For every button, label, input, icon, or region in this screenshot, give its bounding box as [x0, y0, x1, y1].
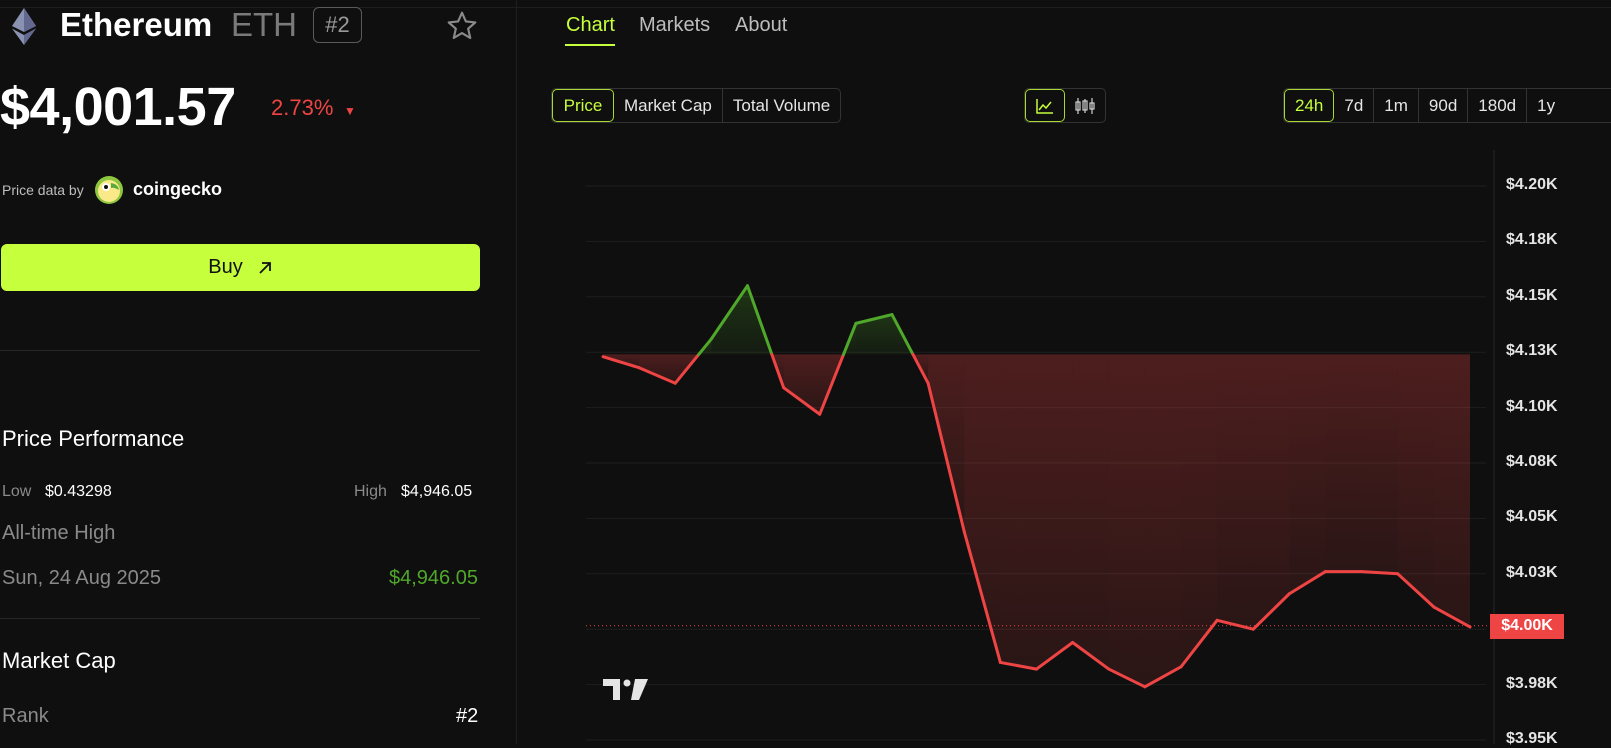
area-fill-below-baseline: [1289, 354, 1326, 594]
metric-total-volume-option[interactable]: Total Volume: [723, 89, 840, 122]
section-divider: [0, 618, 480, 619]
area-fill-below-baseline: [964, 354, 1001, 663]
area-fill-below-baseline: [1108, 354, 1145, 687]
ethereum-logo-icon: [12, 8, 36, 45]
buy-label: Buy: [208, 256, 243, 278]
market-cap-title: Market Cap: [2, 648, 116, 673]
range-1y-option[interactable]: 1y: [1527, 89, 1565, 122]
range-180d-option[interactable]: 180d: [1468, 89, 1528, 122]
price-change-percent: 2.73%: [271, 95, 334, 120]
range-7d-option[interactable]: 7d: [1334, 89, 1375, 122]
low-value: $0.43298: [45, 483, 112, 500]
y-tick-label: $4.08K: [1506, 453, 1558, 470]
area-fill-above-baseline: [855, 314, 892, 355]
coin-symbol: ETH: [231, 6, 297, 43]
low-label: Low: [2, 483, 32, 500]
rank-label: Rank: [2, 705, 49, 727]
metric-market-cap-option[interactable]: Market Cap: [614, 89, 723, 122]
price-performance-title: Price Performance: [2, 426, 185, 451]
area-fill-below-baseline: [1433, 354, 1470, 627]
rank-badge: #2: [313, 7, 362, 43]
range-90d-option[interactable]: 90d: [1419, 89, 1469, 122]
area-fill-below-baseline: [1325, 354, 1362, 572]
coin-summary-panel: Ethereum ETH #2 $4,001.57 2.73% ▼ Price …: [0, 0, 517, 744]
arrow-up-right-icon: [259, 261, 271, 274]
time-range-toggle: 24h 7d 1m 90d 180d 1y: [1283, 88, 1611, 123]
all-time-high-date: Sun, 24 Aug 2025: [2, 567, 162, 589]
section-divider: [0, 350, 480, 351]
area-fill-below-baseline: [1361, 354, 1398, 574]
star-icon[interactable]: [446, 10, 478, 42]
tab-about[interactable]: About: [735, 14, 787, 37]
active-tab-indicator: [565, 44, 615, 46]
area-fill-below-baseline: [1072, 354, 1109, 670]
y-tick-label: $4.20K: [1506, 176, 1558, 193]
price-chart[interactable]: [586, 150, 1611, 744]
tradingview-logo-icon[interactable]: [603, 677, 648, 702]
y-tick-label: $4.18K: [1506, 231, 1558, 249]
all-time-high-value: $4,946.05: [389, 567, 478, 589]
y-tick-label: $3.98K: [1506, 674, 1558, 692]
coingecko-link[interactable]: coingecko: [133, 179, 222, 200]
tab-chart[interactable]: Chart: [566, 14, 615, 37]
current-price: $4,001.57: [0, 77, 236, 137]
candlestick-icon: [1075, 97, 1095, 114]
area-fill-below-baseline: [1253, 354, 1290, 630]
high-value: $4,946.05: [401, 483, 473, 500]
high-label: High: [354, 483, 387, 500]
y-tick-label: $4.15K: [1506, 286, 1558, 304]
chart-type-toggle: [1024, 88, 1106, 123]
coingecko-logo-icon: [95, 176, 123, 204]
y-tick-label: $4.05K: [1506, 508, 1558, 526]
metric-price-option[interactable]: Price: [552, 89, 614, 122]
y-tick-label: $3.95K: [1506, 730, 1558, 747]
coin-name: Ethereum: [60, 6, 213, 43]
metric-toggle: Price Market Cap Total Volume: [551, 88, 842, 123]
range-24h-option[interactable]: 24h: [1284, 89, 1335, 122]
area-fill-below-baseline: [783, 354, 820, 415]
down-arrow-icon: ▼: [344, 104, 356, 118]
buy-button[interactable]: Buy: [1, 244, 480, 291]
area-fill-below-baseline: [1036, 354, 1073, 670]
y-tick-label: $4.10K: [1506, 397, 1558, 415]
rank-value: #2: [456, 705, 479, 727]
candlestick-chart-option[interactable]: [1065, 89, 1105, 122]
area-fill-below-baseline: [1144, 354, 1181, 687]
y-tick-label: $4.03K: [1506, 563, 1558, 581]
area-fill-below-baseline: [1217, 354, 1254, 630]
price-data-label: Price data by: [2, 182, 84, 198]
area-fill-below-baseline: [1397, 354, 1434, 608]
line-chart-icon: [1036, 98, 1053, 114]
line-chart-option[interactable]: [1025, 89, 1065, 122]
area-fill-below-baseline: [1000, 354, 1037, 670]
tab-markets[interactable]: Markets: [639, 14, 710, 37]
range-1m-option[interactable]: 1m: [1374, 89, 1419, 122]
y-tick-label: $4.13K: [1506, 342, 1558, 360]
area-fill-below-baseline: [1181, 354, 1218, 667]
current-price-tag: $4.00K: [1490, 613, 1564, 639]
all-time-high-label: All-time High: [2, 522, 116, 544]
